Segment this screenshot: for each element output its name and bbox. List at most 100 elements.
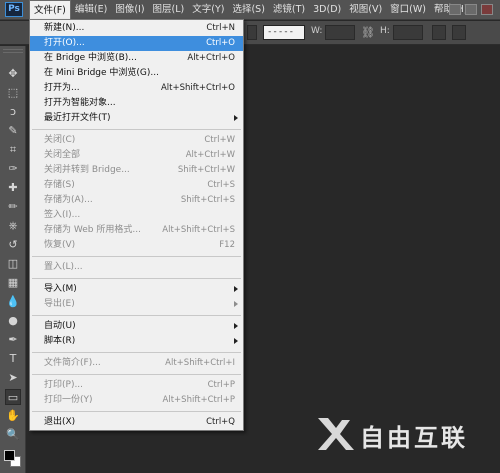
file-menu-item[interactable]: 在 Bridge 中浏览(B)... Alt+Ctrl+O xyxy=(30,51,243,66)
chain-link-icon[interactable]: ⛓ xyxy=(361,26,375,39)
menu-item-label: 脚本(R) xyxy=(44,336,76,346)
menu-separator xyxy=(30,349,243,356)
menu-item-label: 退出(X) xyxy=(44,417,76,427)
quick-select-tool-icon[interactable]: ✎ xyxy=(5,123,21,139)
menu-item-label: 存储为(A)... xyxy=(44,195,93,205)
menu-item-label: 存储为 Web 所用格式... xyxy=(44,225,141,235)
menu-item-label: 自动(U) xyxy=(44,321,76,331)
menu-item-shortcut: F12 xyxy=(219,240,235,250)
menu-item-shortcut: Alt+Shift+Ctrl+P xyxy=(162,395,235,405)
menu-3[interactable]: 图层(L) xyxy=(149,0,189,20)
file-menu-item[interactable]: 关闭全部 Alt+Ctrl+W xyxy=(30,148,243,163)
minimize-icon[interactable] xyxy=(449,4,461,15)
menu-8[interactable]: 视图(V) xyxy=(345,0,386,20)
menu-4[interactable]: 文字(Y) xyxy=(188,0,228,20)
menu-item-label: 打开为... xyxy=(44,83,80,93)
menu-item-shortcut: Ctrl+N xyxy=(206,23,235,33)
file-menu-item[interactable]: 关闭并转到 Bridge... Shift+Ctrl+W xyxy=(30,163,243,178)
file-menu-item[interactable]: 打印一份(Y) Alt+Shift+Ctrl+P xyxy=(30,393,243,408)
file-menu-item[interactable]: 文件简介(F)... Alt+Shift+Ctrl+I xyxy=(30,356,243,371)
gradient-tool-icon[interactable]: ▦ xyxy=(5,275,21,291)
history-brush-tool-icon[interactable]: ↺ xyxy=(5,237,21,253)
menu-item-label: 打开(O)... xyxy=(44,38,85,48)
stroke-width-box[interactable] xyxy=(247,25,257,40)
file-menu-item[interactable]: 退出(X) Ctrl+Q xyxy=(30,415,243,430)
menu-7[interactable]: 3D(D) xyxy=(309,0,345,20)
menu-item-label: 导入(M) xyxy=(44,284,77,294)
eraser-tool-icon[interactable]: ◫ xyxy=(5,256,21,272)
menu-item-label: 打印(P)... xyxy=(44,380,84,390)
file-menu-item[interactable]: 存储为 Web 所用格式... Alt+Shift+Ctrl+S xyxy=(30,223,243,238)
eyedropper-tool-icon[interactable]: ✑ xyxy=(5,161,21,177)
foreground-color-swatch[interactable] xyxy=(4,450,15,461)
file-menu-item[interactable]: 在 Mini Bridge 中浏览(G)... xyxy=(30,66,243,81)
file-menu-item[interactable]: 签入(I)... xyxy=(30,208,243,223)
lasso-tool-icon[interactable]: ↄ xyxy=(5,104,21,120)
file-menu-item[interactable]: 打开为智能对象... xyxy=(30,96,243,111)
menu-item-shortcut: Ctrl+Q xyxy=(206,417,235,427)
file-menu-item[interactable]: 存储(S) Ctrl+S xyxy=(30,178,243,193)
file-menu-item[interactable]: 导入(M) xyxy=(30,282,243,297)
menu-item-label: 关闭并转到 Bridge... xyxy=(44,165,130,175)
file-menu-item[interactable]: 存储为(A)... Shift+Ctrl+S xyxy=(30,193,243,208)
menu-item-label: 打印一份(Y) xyxy=(44,395,93,405)
move-tool-icon[interactable]: ✥ xyxy=(5,66,21,82)
height-input[interactable] xyxy=(393,25,423,40)
clone-stamp-tool-icon[interactable]: ⎈ xyxy=(5,218,21,234)
file-menu-item[interactable]: 导出(E) xyxy=(30,297,243,312)
menu-separator xyxy=(30,312,243,319)
menu-separator xyxy=(30,126,243,133)
stroke-style-dropdown[interactable]: ----- xyxy=(263,25,305,40)
dodge-tool-icon[interactable]: ● xyxy=(5,313,21,329)
hand-tool-icon[interactable]: ✋ xyxy=(5,408,21,424)
menu-0[interactable]: 文件(F) xyxy=(29,0,71,19)
menu-item-shortcut: Alt+Ctrl+O xyxy=(187,53,235,63)
healing-brush-tool-icon[interactable]: ✚ xyxy=(5,180,21,196)
file-menu-item[interactable]: 自动(U) xyxy=(30,319,243,334)
file-menu-item[interactable]: 恢复(V) F12 xyxy=(30,238,243,253)
file-menu-dropdown: 新建(N)... Ctrl+N 打开(O)... Ctrl+O 在 Bridge 中浏览… xyxy=(29,19,244,431)
menu-item-label: 在 Mini Bridge 中浏览(G)... xyxy=(44,68,159,78)
tools-panel: ✥ ⬚ ↄ ✎ ⌗ ✑ ✚ ✏ ⎈ ↺ ◫ ▦ 💧 ● ✒ T ➤ ▭ ✋ 🔍 xyxy=(0,46,26,473)
menu-separator xyxy=(30,371,243,378)
crop-tool-icon[interactable]: ⌗ xyxy=(5,142,21,158)
watermark-x-icon xyxy=(318,418,354,450)
menu-9[interactable]: 窗口(W) xyxy=(386,0,430,20)
menu-item-label: 在 Bridge 中浏览(B)... xyxy=(44,53,137,63)
maximize-icon[interactable] xyxy=(465,4,477,15)
menu-item-shortcut: Ctrl+O xyxy=(206,38,235,48)
photoshop-logo: Ps xyxy=(5,2,23,17)
path-align-icon[interactable] xyxy=(452,25,466,40)
zoom-tool-icon[interactable]: 🔍 xyxy=(5,427,21,443)
width-label: W: xyxy=(311,26,323,36)
menu-items: 文件(F) 编辑(E) 图像(I) 图层(L) 文字(Y) 选择(S) 滤镜(T) 3D(D)… xyxy=(29,0,472,20)
menu-bar: Ps 文件(F) 编辑(E) 图像(I) 图层(L) 文字(Y) 选择(S) 滤镜(T) 3D… xyxy=(0,0,500,20)
close-icon[interactable] xyxy=(481,4,493,15)
menu-6[interactable]: 滤镜(T) xyxy=(269,0,309,20)
path-ops-icon[interactable] xyxy=(432,25,446,40)
file-menu-item[interactable]: 关闭(C) Ctrl+W xyxy=(30,133,243,148)
menu-5[interactable]: 选择(S) xyxy=(228,0,268,20)
marquee-tool-icon[interactable]: ⬚ xyxy=(5,85,21,101)
file-menu-item[interactable]: 打开为... Alt+Shift+Ctrl+O xyxy=(30,81,243,96)
file-menu-item[interactable]: 新建(N)... Ctrl+N xyxy=(30,21,243,36)
path-select-tool-icon[interactable]: ➤ xyxy=(5,370,21,386)
menu-item-shortcut: Shift+Ctrl+W xyxy=(177,165,235,175)
width-input[interactable] xyxy=(325,25,355,40)
shape-tool-icon[interactable]: ▭ xyxy=(5,389,21,405)
file-menu-item[interactable]: 打印(P)... Ctrl+P xyxy=(30,378,243,393)
menu-item-label: 最近打开文件(T) xyxy=(44,113,111,123)
menu-item-label: 导出(E) xyxy=(44,299,75,309)
menu-2[interactable]: 图像(I) xyxy=(111,0,148,20)
file-menu-item[interactable]: 脚本(R) xyxy=(30,334,243,349)
pen-tool-icon[interactable]: ✒ xyxy=(5,332,21,348)
file-menu-item[interactable]: 最近打开文件(T) xyxy=(30,111,243,126)
blur-tool-icon[interactable]: 💧 xyxy=(5,294,21,310)
height-label: H: xyxy=(380,26,390,36)
panel-grip[interactable] xyxy=(3,49,23,53)
menu-1[interactable]: 编辑(E) xyxy=(71,0,111,20)
type-tool-icon[interactable]: T xyxy=(5,351,21,367)
file-menu-item[interactable]: 打开(O)... Ctrl+O xyxy=(30,36,243,51)
file-menu-item[interactable]: 置入(L)... xyxy=(30,260,243,275)
brush-tool-icon[interactable]: ✏ xyxy=(5,199,21,215)
